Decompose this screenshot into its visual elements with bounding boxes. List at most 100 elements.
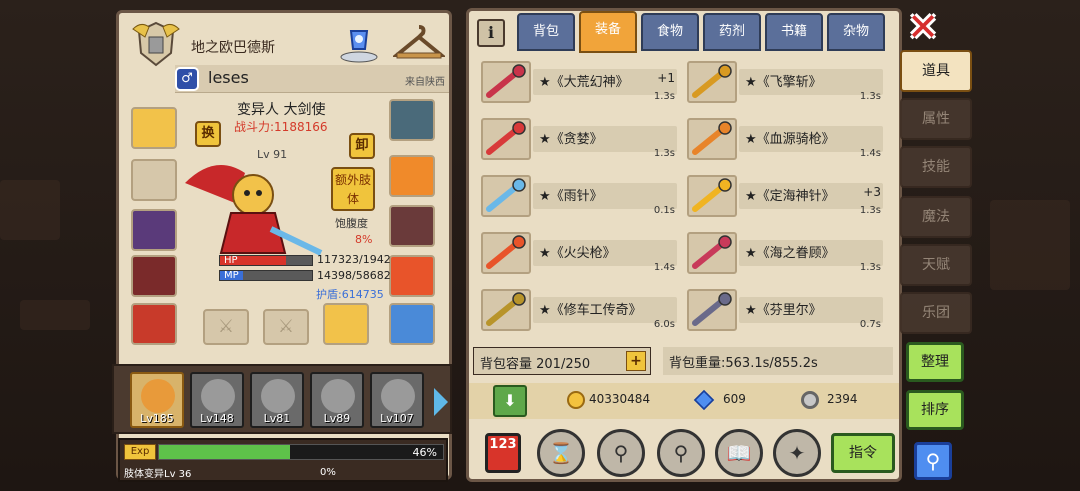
empty-weapon-slot[interactable]: ⚔ — [263, 309, 309, 345]
tab-misc[interactable]: 杂物 — [827, 13, 885, 51]
side-tab-band[interactable]: 乐团 — [900, 292, 972, 334]
hanger-icon[interactable] — [393, 21, 445, 65]
experience-panel: Exp 46% 肢体变异Lv 36 0% — [118, 438, 448, 482]
equip-slot-wings[interactable] — [131, 209, 177, 251]
equip-slot-belt[interactable] — [131, 303, 177, 345]
item-name: ★《飞擎斩》 — [745, 75, 822, 90]
member-avatar — [261, 379, 295, 413]
member-avatar — [381, 379, 415, 413]
search-minus-icon[interactable]: ⚲ — [657, 429, 705, 477]
diamond-icon — [693, 389, 715, 411]
item-cooldown: 1.3s — [859, 205, 881, 216]
guild-badge-icon[interactable] — [131, 19, 181, 69]
item-name: ★《雨针》 — [539, 189, 603, 204]
book-icon[interactable]: 📖 — [715, 429, 763, 477]
tool-row: 123 ⌛ ⚲ ⚲ 📖 ✦ 指令 — [469, 423, 899, 481]
member-level: Lv81 — [263, 412, 291, 425]
team-next-arrow-icon[interactable] — [434, 388, 448, 416]
bag-capacity-text: 背包容量 201/250 — [480, 357, 591, 372]
sort-button[interactable]: 排序 — [906, 390, 964, 430]
exp-bar-fill — [159, 445, 290, 459]
member-avatar — [141, 379, 175, 413]
side-tab-skills[interactable]: 技能 — [900, 146, 972, 188]
weapon-icon — [486, 64, 526, 98]
unequip-button[interactable]: 卸 — [349, 133, 375, 159]
tab-potion[interactable]: 药剂 — [703, 13, 761, 51]
tab-food[interactable]: 食物 — [641, 13, 699, 51]
compass-icon[interactable]: ✦ — [773, 429, 821, 477]
expand-bag-button[interactable]: + — [626, 351, 646, 371]
inventory-item[interactable]: ★《海之眷顾》 1.3s — [687, 228, 887, 278]
team-member[interactable]: Lv81 — [250, 372, 304, 428]
combat-power: 战斗力:1188166 — [234, 120, 328, 134]
inventory-item[interactable]: ★《修车工传奇》 6.0s — [481, 285, 681, 335]
limb-mutation-percent: 0% — [320, 467, 336, 478]
side-tab-magic[interactable]: 魔法 — [900, 196, 972, 238]
gold-amount: 40330484 — [589, 392, 651, 406]
item-icon — [687, 175, 737, 217]
search-icon[interactable]: ⚲ — [914, 442, 952, 480]
magnifier-icon[interactable]: ⚲ — [597, 429, 645, 477]
inventory-item[interactable]: ★《雨针》 0.1s — [481, 171, 681, 221]
shield-value: 护盾:614735 — [316, 288, 384, 301]
download-arrow-icon[interactable]: ⬇ — [493, 385, 527, 417]
tab-books[interactable]: 书籍 — [765, 13, 823, 51]
hp-label: HP — [224, 255, 238, 266]
close-icon[interactable]: ✕ — [906, 8, 940, 46]
side-tab-talent[interactable]: 天赋 — [900, 244, 972, 286]
item-cooldown: 1.3s — [859, 262, 881, 273]
item-icon — [481, 175, 531, 217]
info-icon[interactable]: i — [477, 19, 505, 47]
equip-slot-armor[interactable] — [131, 255, 177, 297]
side-tab-attributes[interactable]: 属性 — [900, 98, 972, 140]
inventory-panel: i 背包 装备 食物 药剂 书籍 杂物 ★《大荒幻神》 +1 1.3s ★《飞擎斩》 1… — [466, 8, 902, 482]
equip-slot-shield[interactable] — [389, 99, 435, 141]
side-tab-items[interactable]: 道具 — [900, 50, 972, 92]
organize-button[interactable]: 整理 — [906, 342, 964, 382]
bag-weight: 背包重量:563.1s/855.2s — [663, 347, 893, 375]
item-cooldown: 6.0s — [653, 319, 675, 330]
weapon-icon — [486, 292, 526, 326]
team-member[interactable]: Lv107 — [370, 372, 424, 428]
silver-amount: 2394 — [827, 392, 858, 406]
hourglass-icon[interactable]: ⌛ — [537, 429, 585, 477]
tab-equipment[interactable]: 装备 — [579, 11, 637, 53]
extra-limb-button[interactable]: 额外肢体 — [331, 167, 375, 211]
item-enhance-level: +1 — [657, 71, 675, 85]
member-level: Lv185 — [140, 412, 174, 425]
item-cooldown: 1.4s — [653, 262, 675, 273]
item-name: ★《血源骑枪》 — [745, 132, 835, 147]
item-cooldown: 1.3s — [653, 148, 675, 159]
inventory-item[interactable]: ★《大荒幻神》 +1 1.3s — [481, 57, 681, 107]
item-name: ★《修车工传奇》 — [539, 303, 642, 318]
inventory-item[interactable]: ★《定海神针》 +3 1.3s — [687, 171, 887, 221]
team-member[interactable]: Lv185 — [130, 372, 184, 428]
number-sort-icon[interactable]: 123 — [485, 433, 521, 473]
equip-slot-pumpkin[interactable] — [389, 155, 435, 197]
tab-bag[interactable]: 背包 — [517, 13, 575, 51]
item-name: ★《海之眷顾》 — [745, 246, 835, 261]
inventory-item[interactable]: ★《飞擎斩》 1.3s — [687, 57, 887, 107]
equip-slot-helmet[interactable] — [131, 107, 177, 149]
team-member[interactable]: Lv148 — [190, 372, 244, 428]
item-cooldown: 1.4s — [859, 148, 881, 159]
weapon-icon — [692, 178, 732, 212]
inventory-item[interactable]: ★《血源骑枪》 1.4s — [687, 114, 887, 164]
equip-slot-ring[interactable] — [389, 303, 435, 345]
command-button[interactable]: 指令 — [831, 433, 895, 473]
player-origin: 来自陕西 — [405, 77, 445, 88]
team-member[interactable]: Lv89 — [310, 372, 364, 428]
equip-slot-necklace[interactable] — [131, 159, 177, 201]
empty-weapon-slot[interactable]: ⚔ — [203, 309, 249, 345]
inventory-item[interactable]: ★《贪婪》 1.3s — [481, 114, 681, 164]
weapon-icon — [486, 235, 526, 269]
weapon-icon — [692, 121, 732, 155]
equip-slot-gloves[interactable] — [389, 205, 435, 247]
equip-slot-boots[interactable] — [389, 255, 435, 297]
trophy-icon[interactable] — [337, 23, 381, 63]
weapon-icon — [486, 121, 526, 155]
equip-slot-bow[interactable] — [323, 303, 369, 345]
inventory-item[interactable]: ★《火尖枪》 1.4s — [481, 228, 681, 278]
mp-value: 14398/58682 — [317, 269, 391, 282]
inventory-item[interactable]: ★《芬里尔》 0.7s — [687, 285, 887, 335]
